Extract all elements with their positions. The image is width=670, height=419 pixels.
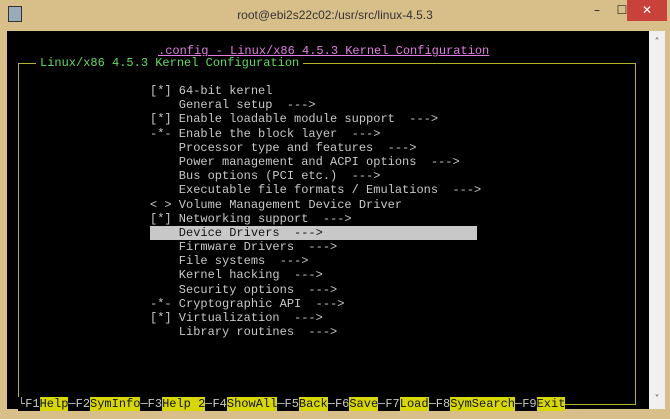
fkey-label: Back: [298, 397, 328, 411]
scroll-down-icon[interactable]: ˅: [649, 394, 665, 405]
menu-item[interactable]: -*- Cryptographic API --->: [150, 297, 477, 311]
menu-item[interactable]: Device Drivers --->: [150, 225, 477, 241]
fkey-help[interactable]: F1Help: [25, 397, 69, 411]
fkey-key: F3: [147, 397, 163, 411]
fkey-save[interactable]: F6Save: [334, 397, 379, 411]
fkey-back[interactable]: F5Back: [284, 397, 328, 411]
fkey-syminfo[interactable]: F2SymInfo: [75, 397, 141, 411]
menu-item[interactable]: [*] 64-bit kernel: [150, 84, 477, 98]
menu-item[interactable]: Library routines --->: [150, 325, 477, 339]
fkey-key: F2: [75, 397, 91, 411]
menu-item[interactable]: < > Volume Management Device Driver: [150, 198, 477, 212]
menu-item[interactable]: Power management and ACPI options --->: [150, 155, 477, 169]
fkey-label: SymSearch: [450, 397, 515, 411]
menu-item[interactable]: Kernel hacking --->: [150, 268, 477, 282]
fkey-label: Help: [39, 397, 69, 411]
menu-item[interactable]: Executable file formats / Emulations ---…: [150, 183, 481, 197]
menu-box-title: Linux/x86 4.5.3 Kernel Configuration: [36, 56, 304, 70]
menu-item[interactable]: Processor type and features --->: [150, 141, 477, 155]
scrollbar[interactable]: ˄ ˅: [649, 31, 665, 409]
fkey-exit[interactable]: F9Exit: [522, 397, 566, 411]
separator: ─: [68, 397, 76, 411]
fkey-label: Load: [399, 397, 429, 411]
minimize-button[interactable]: –: [585, 0, 609, 21]
menu-item[interactable]: [*] Networking support --->: [150, 212, 477, 226]
fkey-key: F7: [385, 397, 400, 411]
menu-list: [*] 64-bit kernel General setup ---> [*] …: [150, 84, 481, 339]
separator: ─: [140, 397, 148, 411]
menu-item[interactable]: [*] Virtualization --->: [150, 311, 477, 325]
fkey-label: Save: [349, 397, 379, 411]
fkey-label: SymInfo: [90, 397, 141, 411]
menu-item[interactable]: [*] Enable loadable module support --->: [150, 112, 477, 126]
close-button[interactable]: ✕: [627, 0, 667, 21]
separator: ─: [277, 397, 285, 411]
fkey-key: F9: [522, 397, 537, 411]
fkey-label: Exit: [536, 397, 566, 411]
fkey-load[interactable]: F7Load: [385, 397, 429, 411]
title-bar: root@ebi2s22c02:/usr/src/linux-4.5.3 – ☐…: [0, 0, 670, 30]
menu-item[interactable]: Firmware Drivers --->: [150, 240, 477, 254]
fkey-showall[interactable]: F4ShowAll: [212, 397, 278, 411]
menu-item[interactable]: Security options --->: [150, 283, 477, 297]
fkey-key: F1: [25, 397, 40, 411]
function-key-bar: └F1Help─F2SymInfo─F3Help 2─F4ShowAll─F5B…: [18, 397, 566, 411]
menu-item[interactable]: General setup --->: [150, 98, 477, 112]
fkey-key: F4: [212, 397, 227, 411]
fkey-help-2[interactable]: F3Help 2: [147, 397, 206, 411]
fkey-symsearch[interactable]: F8SymSearch: [435, 397, 515, 411]
window-title: root@ebi2s22c02:/usr/src/linux-4.5.3: [237, 8, 433, 22]
separator: ─: [327, 397, 335, 411]
menu-item[interactable]: -*- Enable the block layer --->: [150, 127, 477, 141]
menu-item[interactable]: File systems --->: [150, 254, 477, 268]
separator: ─: [428, 397, 436, 411]
scroll-up-icon[interactable]: ˄: [649, 37, 665, 48]
fkey-key: F8: [435, 397, 451, 411]
fkey-label: Help 2: [162, 397, 206, 411]
menu-item[interactable]: Bus options (PCI etc.) --->: [150, 169, 477, 183]
fkey-label: ShowAll: [226, 397, 278, 411]
fkey-key: F5: [284, 397, 299, 411]
fkey-key: F6: [334, 397, 350, 411]
